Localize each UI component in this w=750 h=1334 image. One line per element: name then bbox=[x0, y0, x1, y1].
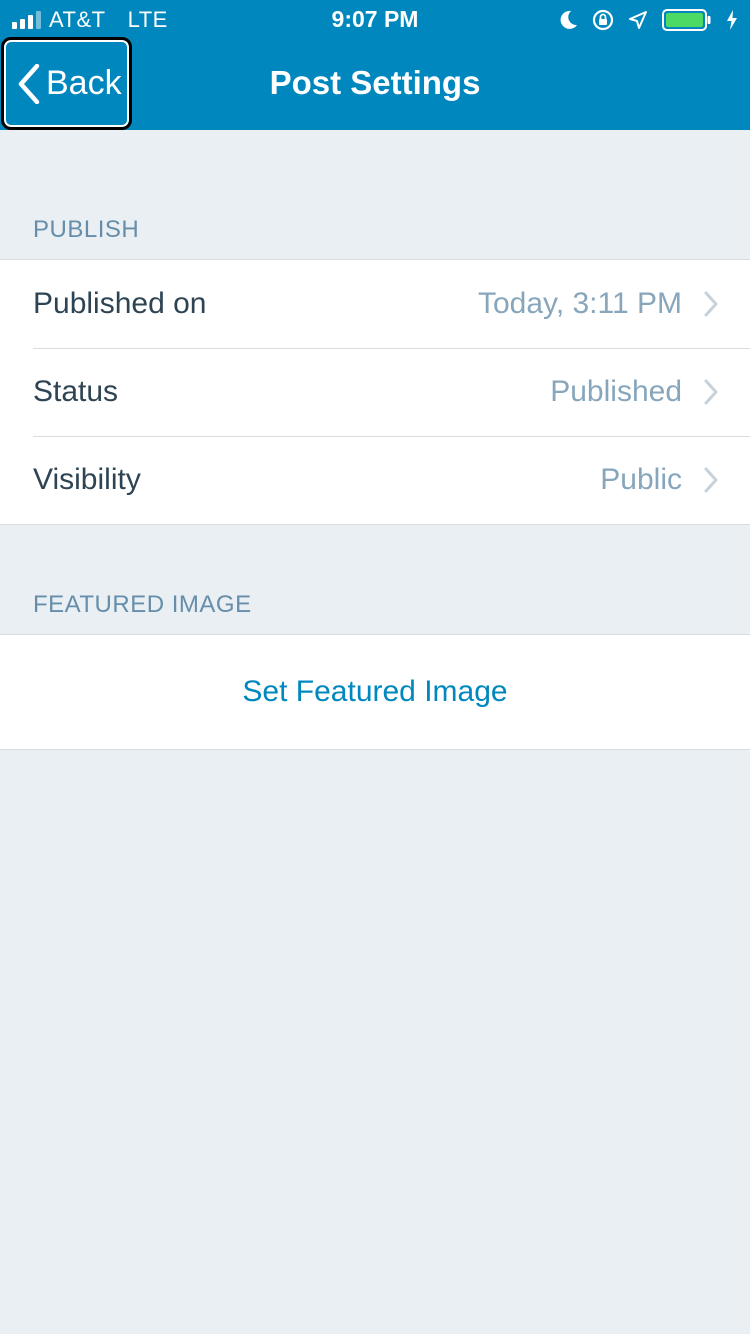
row-label: Visibility bbox=[33, 463, 141, 496]
status-bar-right bbox=[560, 7, 738, 33]
row-value: Today, 3:11 PM bbox=[478, 287, 682, 320]
featured-image-group: Set Featured Image bbox=[0, 634, 750, 750]
charging-bolt-icon bbox=[727, 10, 737, 30]
visibility-row[interactable]: Visibility Public bbox=[0, 436, 750, 524]
published-on-row[interactable]: Published on Today, 3:11 PM bbox=[0, 260, 750, 348]
row-label: Published on bbox=[33, 287, 207, 320]
status-bar: AT&T LTE 9:07 PM bbox=[0, 0, 750, 40]
row-value: Public bbox=[600, 463, 682, 496]
page-title: Post Settings bbox=[269, 64, 481, 101]
chevron-right-icon bbox=[704, 291, 718, 317]
set-featured-image-label: Set Featured Image bbox=[242, 675, 508, 708]
navigation-bar: Back Post Settings bbox=[0, 37, 750, 130]
chevron-right-icon bbox=[704, 467, 718, 493]
row-label: Status bbox=[33, 375, 119, 408]
publish-group: Published on Today, 3:11 PM Status Publi… bbox=[0, 259, 750, 525]
location-arrow-icon bbox=[629, 11, 647, 29]
status-row[interactable]: Status Published bbox=[0, 348, 750, 436]
moon-icon bbox=[560, 10, 577, 29]
chevron-right-icon bbox=[704, 379, 718, 405]
battery-icon bbox=[662, 9, 711, 31]
section-header-featured-image: FEATURED IMAGE bbox=[33, 591, 252, 618]
section-header-publish: PUBLISH bbox=[33, 216, 140, 243]
set-featured-image-button[interactable]: Set Featured Image bbox=[0, 635, 750, 749]
row-value: Published bbox=[550, 375, 682, 408]
rotation-lock-icon bbox=[592, 9, 614, 31]
